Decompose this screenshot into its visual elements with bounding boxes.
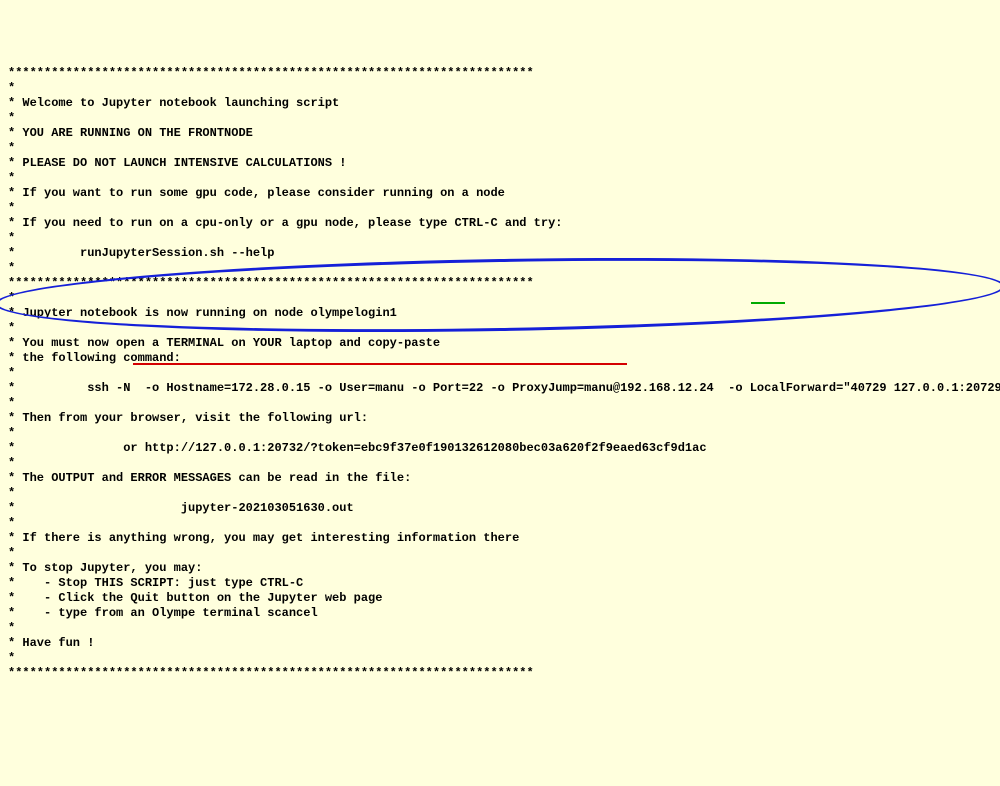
terminal-line: * [8, 231, 992, 246]
terminal-line: * [8, 201, 992, 216]
terminal-line: ****************************************… [8, 666, 992, 681]
terminal-line: * Then from your browser, visit the foll… [8, 411, 992, 426]
terminal-line: * - Click the Quit button on the Jupyter… [8, 591, 992, 606]
terminal-line: * - type from an Olympe terminal scancel [8, 606, 992, 621]
terminal-line: * You must now open a TERMINAL on YOUR l… [8, 336, 992, 351]
terminal-line: * YOU ARE RUNNING ON THE FRONTNODE [8, 126, 992, 141]
terminal-line: * Have fun ! [8, 636, 992, 651]
terminal-line: * [8, 396, 992, 411]
terminal-line: * [8, 141, 992, 156]
terminal-line: * Welcome to Jupyter notebook launching … [8, 96, 992, 111]
terminal-line: * [8, 621, 992, 636]
terminal-line: * PLEASE DO NOT LAUNCH INTENSIVE CALCULA… [8, 156, 992, 171]
terminal-line: * [8, 546, 992, 561]
terminal-line: * ssh -N -o Hostname=172.28.0.15 -o User… [8, 381, 992, 396]
terminal-line: * [8, 366, 992, 381]
terminal-line: * - Stop THIS SCRIPT: just type CTRL-C [8, 576, 992, 591]
terminal-line: * or http://127.0.0.1:20732/?token=ebc9f… [8, 441, 992, 456]
terminal-line: * [8, 426, 992, 441]
terminal-line: ****************************************… [8, 276, 992, 291]
terminal-line: * [8, 456, 992, 471]
terminal-line: * runJupyterSession.sh --help [8, 246, 992, 261]
terminal-line: * [8, 651, 992, 666]
terminal-line: * If there is anything wrong, you may ge… [8, 531, 992, 546]
terminal-output: ****************************************… [8, 66, 992, 681]
terminal-line: * The OUTPUT and ERROR MESSAGES can be r… [8, 471, 992, 486]
terminal-line: ****************************************… [8, 66, 992, 81]
terminal-line: * [8, 291, 992, 306]
terminal-line: * [8, 261, 992, 276]
terminal-line: * If you need to run on a cpu-only or a … [8, 216, 992, 231]
terminal-line: * the following command: [8, 351, 992, 366]
terminal-line: * [8, 486, 992, 501]
terminal-line: * [8, 516, 992, 531]
terminal-line: * If you want to run some gpu code, plea… [8, 186, 992, 201]
terminal-line: * [8, 81, 992, 96]
terminal-line: * jupyter-202103051630.out [8, 501, 992, 516]
terminal-line: * [8, 321, 992, 336]
terminal-line: * [8, 111, 992, 126]
terminal-line: * [8, 171, 992, 186]
terminal-line: * Jupyter notebook is now running on nod… [8, 306, 992, 321]
